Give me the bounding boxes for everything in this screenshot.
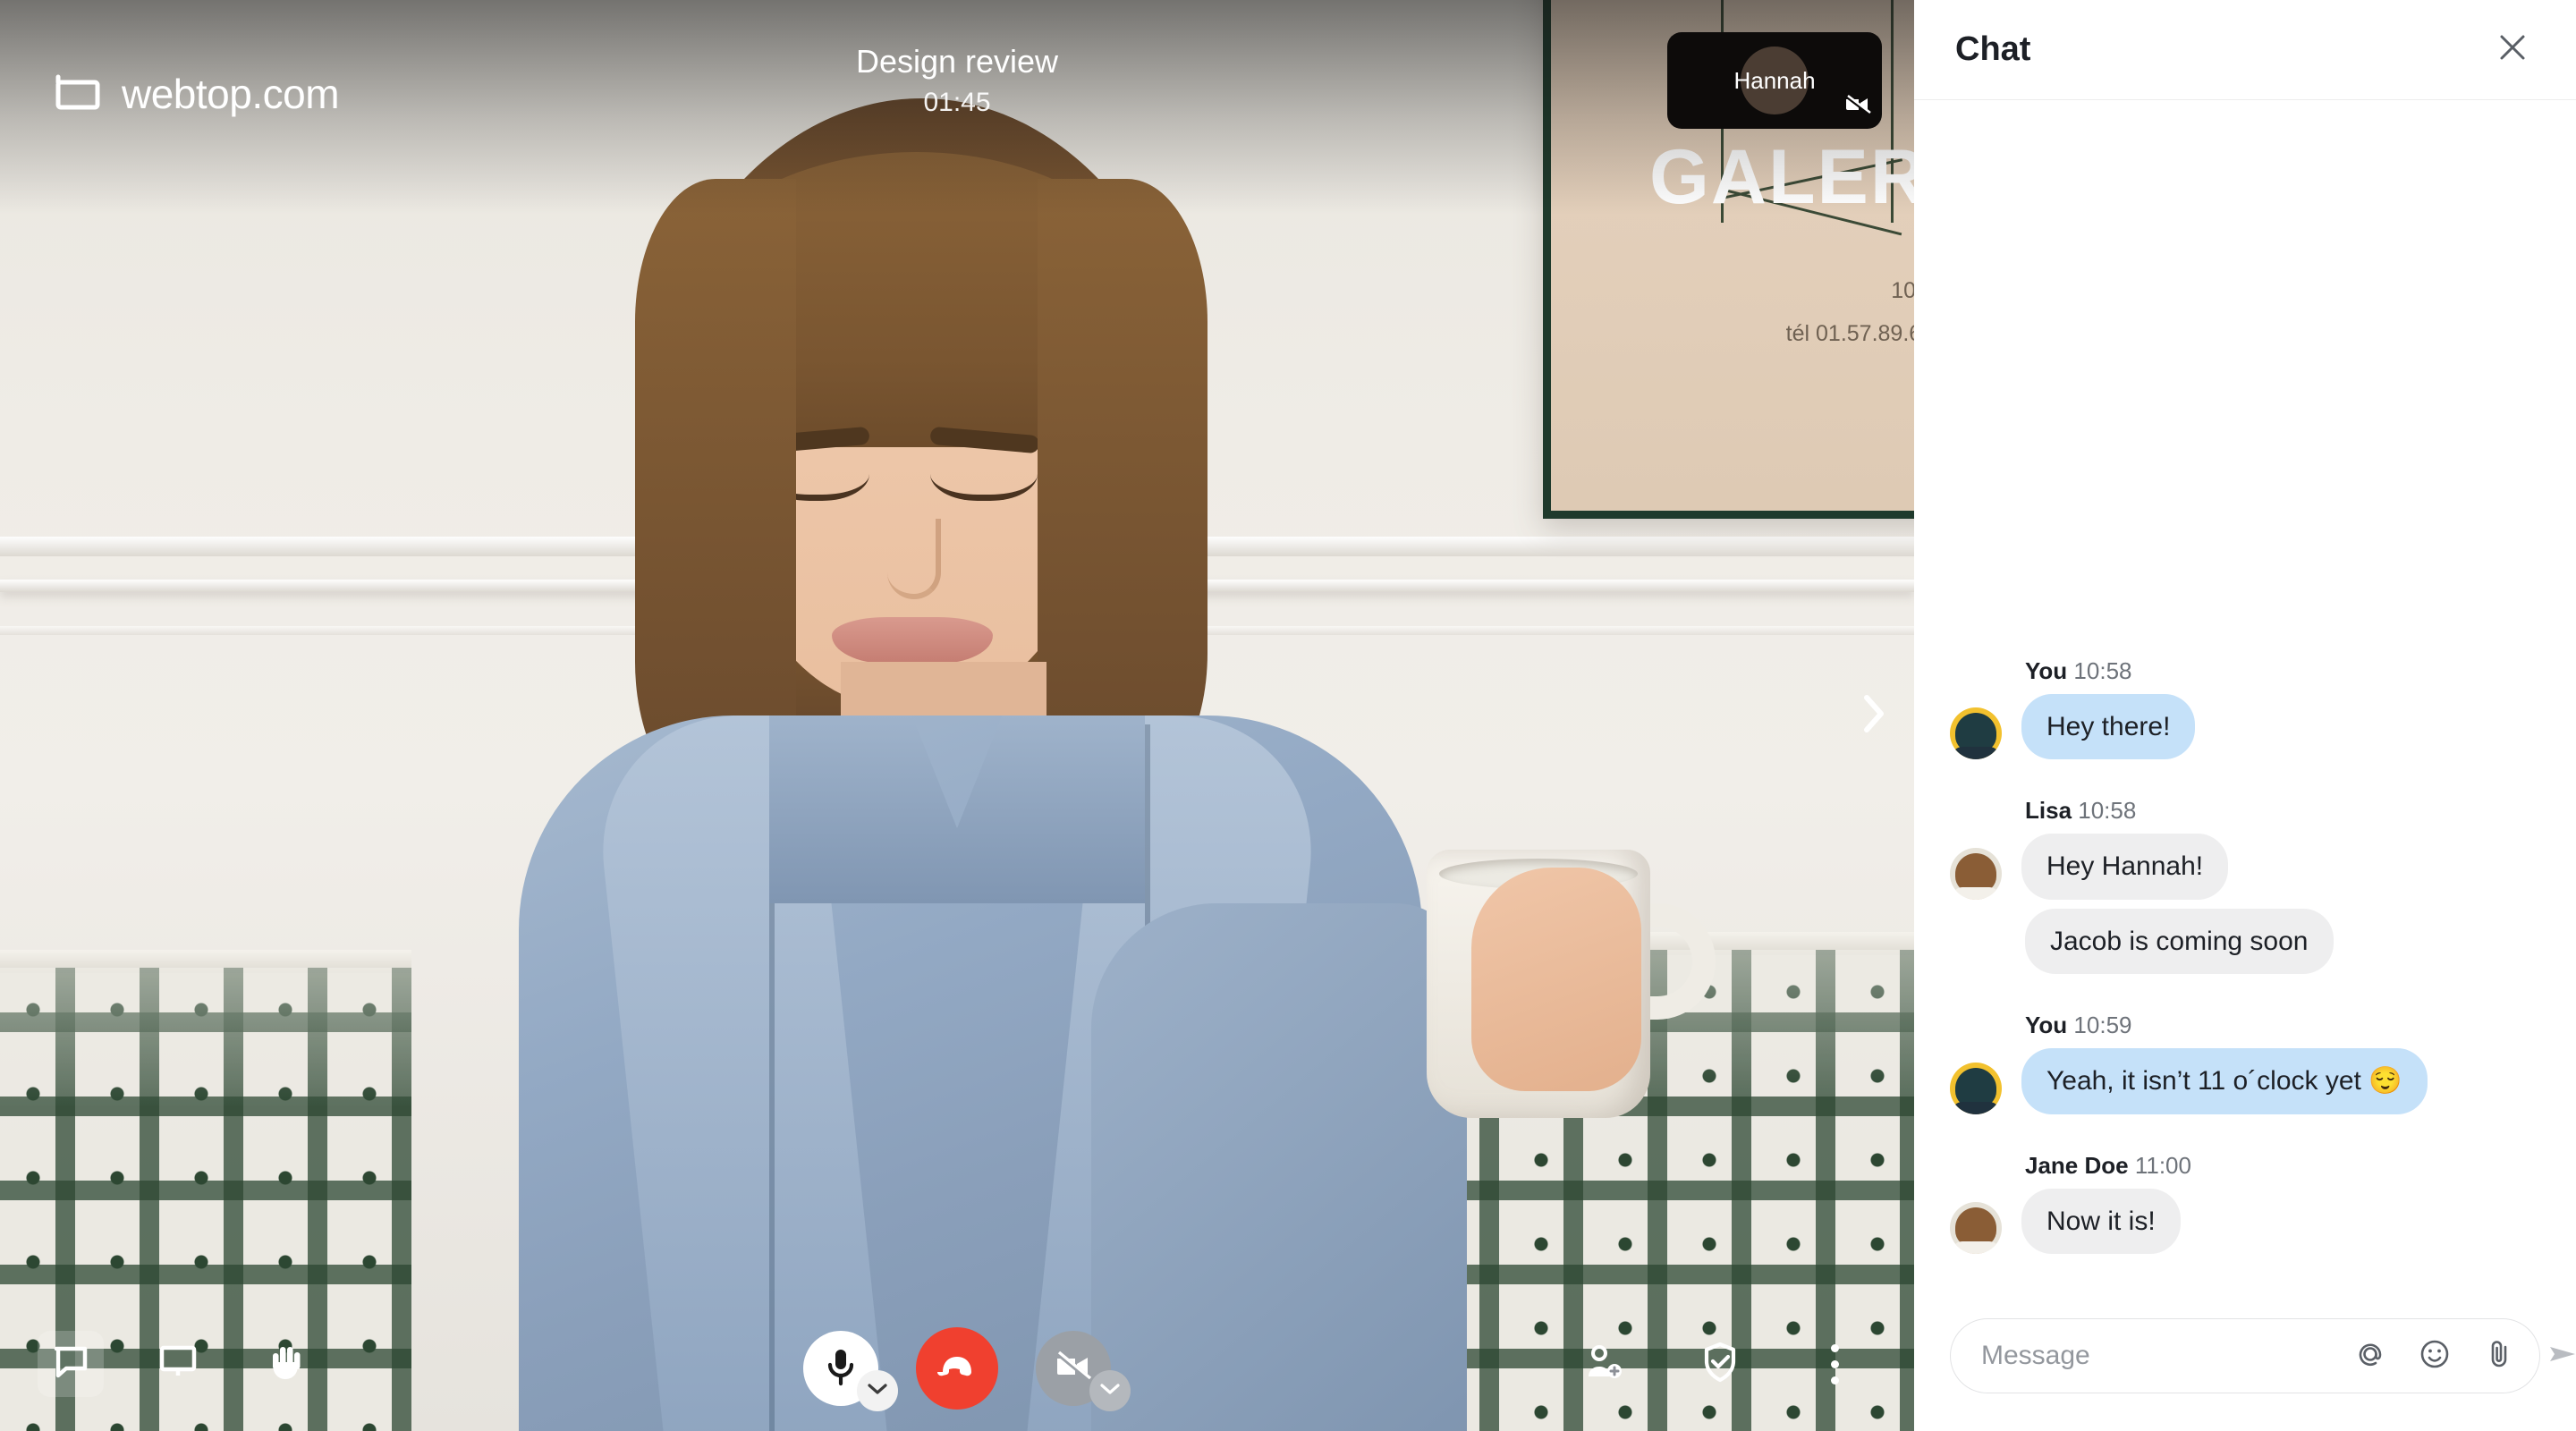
- message-row: Now it is!: [1950, 1188, 2540, 1254]
- chevron-down-icon: [1100, 1383, 1120, 1400]
- chat-close-button[interactable]: [2488, 26, 2537, 74]
- chevron-down-icon: [868, 1383, 887, 1400]
- avatar: [1950, 847, 2002, 900]
- video-stage[interactable]: GALER 100 tél 01.57.89.681: [0, 0, 1914, 1431]
- chat-message-group: Lisa 10:58 Hey Hannah! Jacob is coming s…: [1950, 797, 2540, 983]
- message-bubble[interactable]: Now it is!: [2021, 1188, 2181, 1254]
- paperclip-icon: [2484, 1337, 2514, 1376]
- close-icon: [2497, 32, 2528, 67]
- avatar: [1950, 707, 2002, 759]
- camera-options-button[interactable]: [1089, 1370, 1131, 1411]
- chat-panel: Chat You 10:58 Hey there! Lisa 10:58 Hey…: [1914, 0, 2576, 1431]
- camera-off-icon: [1054, 1351, 1093, 1387]
- more-options-button[interactable]: [1801, 1331, 1868, 1397]
- control-group-right: [1572, 1331, 1868, 1397]
- chat-message-group: Jane Doe 11:00 Now it is!: [1950, 1152, 2540, 1264]
- chevron-right-icon: [1860, 693, 1887, 739]
- chat-composer: [1914, 1300, 2576, 1431]
- message-time: 10:58: [2078, 797, 2137, 824]
- message-time: 11:00: [2134, 1151, 2191, 1179]
- mention-button[interactable]: [2350, 1335, 2391, 1376]
- send-button[interactable]: [2543, 1335, 2576, 1376]
- emoji-icon: [2419, 1338, 2451, 1375]
- brand-name: webtop.com: [122, 71, 340, 117]
- camera-off-icon: [1844, 94, 1871, 120]
- more-vertical-icon: [1830, 1343, 1839, 1384]
- chat-toggle-button[interactable]: [38, 1331, 104, 1397]
- chat-message-group: You 10:59 Yeah, it isn’t 11 o´clock yet …: [1950, 1012, 2540, 1123]
- message-row: Hey Hannah!: [1950, 834, 2540, 900]
- message-row: Jacob is coming soon: [2025, 908, 2540, 974]
- message-bubble[interactable]: Hey Hannah!: [2021, 834, 2229, 900]
- self-view-tile[interactable]: Hannah: [1667, 32, 1882, 129]
- hand-icon: [267, 1342, 303, 1386]
- message-row: Hey there!: [1950, 693, 2540, 759]
- call-control-bar: [0, 1252, 1914, 1431]
- message-time: 10:58: [2073, 656, 2132, 684]
- microphone-icon: [826, 1347, 856, 1391]
- message-bubble[interactable]: Jacob is coming soon: [2025, 908, 2334, 974]
- message-author: You: [2025, 1012, 2068, 1038]
- person-add-icon: [1585, 1343, 1626, 1385]
- message-meta: You 10:58: [2025, 657, 2540, 685]
- message-meta: Lisa 10:58: [2025, 797, 2540, 825]
- control-group-left: [38, 1331, 318, 1397]
- poster-line-1: 100: [1891, 278, 1914, 303]
- message-meta: Jane Doe 11:00: [2025, 1152, 2540, 1180]
- poster-title: GALER: [1649, 134, 1914, 220]
- microphone-button[interactable]: [803, 1331, 898, 1411]
- message-row: Yeah, it isn’t 11 o´clock yet 😌: [1950, 1048, 2540, 1114]
- chat-message-list[interactable]: You 10:58 Hey there! Lisa 10:58 Hey Hann…: [1914, 100, 2576, 1300]
- message-author: Lisa: [2025, 797, 2072, 824]
- shield-check-icon: [1702, 1342, 1738, 1387]
- microphone-options-button[interactable]: [857, 1370, 898, 1411]
- message-time: 10:59: [2073, 1012, 2132, 1038]
- at-icon: [2354, 1338, 2386, 1375]
- add-participant-button[interactable]: [1572, 1331, 1639, 1397]
- security-button[interactable]: [1687, 1331, 1753, 1397]
- brand-logo: webtop.com: [55, 70, 340, 118]
- chat-header: Chat: [1914, 0, 2576, 100]
- hangup-icon: [936, 1345, 979, 1393]
- poster-line-2: tél 01.57.89.681: [1785, 321, 1914, 346]
- monitor-icon: [158, 1344, 198, 1384]
- next-participant-arrow[interactable]: [1853, 693, 1894, 739]
- chat-panel-title: Chat: [1955, 30, 2031, 68]
- attach-button[interactable]: [2479, 1335, 2520, 1376]
- video-call-app: GALER 100 tél 01.57.89.681: [0, 0, 2576, 1431]
- message-bubble[interactable]: Yeah, it isn’t 11 o´clock yet 😌: [2021, 1048, 2428, 1114]
- message-author: You: [2025, 656, 2068, 684]
- participant-video-person: [501, 98, 1716, 1431]
- control-group-center: [803, 1327, 1131, 1411]
- chat-message-group: You 10:58 Hey there!: [1950, 657, 2540, 769]
- send-icon: [2546, 1339, 2576, 1374]
- raise-hand-button[interactable]: [252, 1331, 318, 1397]
- camera-button[interactable]: [1036, 1331, 1131, 1411]
- screen-share-button[interactable]: [145, 1331, 211, 1397]
- avatar: [1950, 1062, 2002, 1114]
- emoji-button[interactable]: [2414, 1335, 2455, 1376]
- message-meta: You 10:59: [2025, 1012, 2540, 1039]
- chat-bubble-icon: [52, 1343, 89, 1385]
- hangup-button[interactable]: [916, 1327, 998, 1410]
- chat-input-bar[interactable]: [1950, 1318, 2575, 1393]
- self-view-name: Hannah: [1733, 66, 1816, 94]
- message-bubble[interactable]: Hey there!: [2021, 693, 2196, 759]
- message-input[interactable]: [1981, 1341, 2326, 1371]
- avatar: [1950, 1202, 2002, 1254]
- window-icon: [55, 74, 102, 114]
- message-author: Jane Doe: [2025, 1151, 2129, 1179]
